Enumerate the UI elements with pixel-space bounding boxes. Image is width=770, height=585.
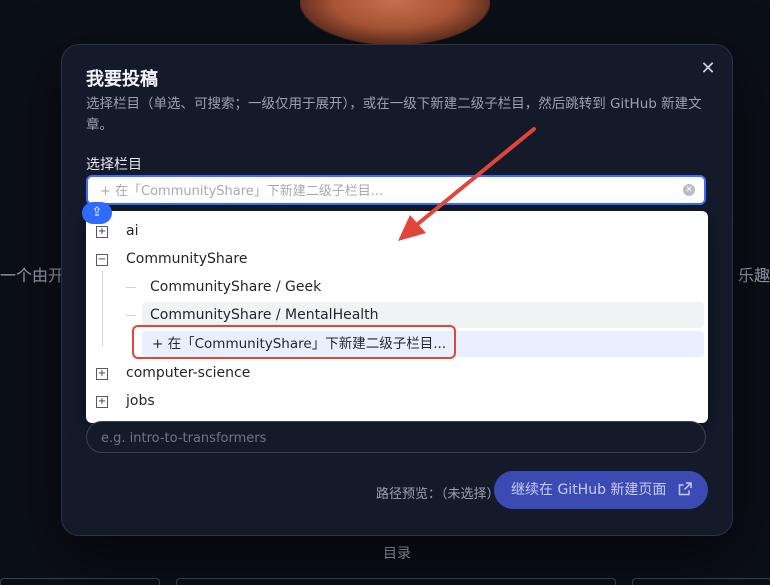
modal-title: 我要投稿 <box>86 69 158 90</box>
toc-label: 目录 <box>383 546 411 562</box>
tree-item-label: computer-science <box>126 365 251 381</box>
tree-item-label: CommunityShare <box>126 251 248 267</box>
upload-icon: ⇪ <box>82 202 112 224</box>
tree-item-label: jobs <box>126 393 155 409</box>
field-label: 选择栏目 <box>86 157 142 173</box>
tree-item-jobs[interactable]: + jobs <box>86 388 706 414</box>
highlight-box <box>132 325 456 359</box>
tree-item-label: CommunityShare / Geek <box>150 279 322 295</box>
category-search-input[interactable] <box>98 177 682 205</box>
collapse-icon[interactable]: − <box>96 254 108 266</box>
tree-item-computer-science[interactable]: + computer-science <box>86 360 706 386</box>
external-link-icon <box>678 482 692 496</box>
expand-icon[interactable]: + <box>96 368 108 380</box>
background-text-left: 一个由开 <box>0 266 65 285</box>
tree-item-label: ai <box>126 223 139 239</box>
tree-item-ai[interactable]: + ai <box>86 218 706 244</box>
continue-button-label: 继续在 GitHub 新建页面 <box>511 482 667 498</box>
expand-icon[interactable]: + <box>96 226 108 238</box>
category-search[interactable]: ✕ <box>86 175 706 205</box>
close-icon[interactable]: ✕ <box>698 59 718 79</box>
path-preview: 路径预览：（未选择） <box>376 487 500 502</box>
expand-icon[interactable]: + <box>96 396 108 408</box>
tree-item-geek[interactable]: CommunityShare / Geek <box>142 274 704 300</box>
tree-line <box>102 271 103 346</box>
tree-item-communityshare[interactable]: − CommunityShare <box>86 246 706 272</box>
slug-field[interactable] <box>86 421 706 454</box>
submit-modal: ✕ 我要投稿 选择栏目（单选、可搜索；一级仅用于展开），或在一级下新建二级子栏目… <box>61 44 733 536</box>
tree-line <box>126 287 136 288</box>
slug-input[interactable] <box>99 422 693 454</box>
background-cards <box>0 578 770 585</box>
category-dropdown: + ai − CommunityShare CommunityShare / G… <box>86 211 708 423</box>
background-text-right: 乐趣 <box>737 266 770 285</box>
modal-description: 选择栏目（单选、可搜索；一级仅用于展开），或在一级下新建二级子栏目，然后跳转到 … <box>86 96 702 133</box>
clear-icon[interactable]: ✕ <box>683 184 695 196</box>
continue-github-button[interactable]: 继续在 GitHub 新建页面 <box>494 471 708 509</box>
avatar <box>300 0 490 45</box>
tree-line <box>126 315 136 316</box>
